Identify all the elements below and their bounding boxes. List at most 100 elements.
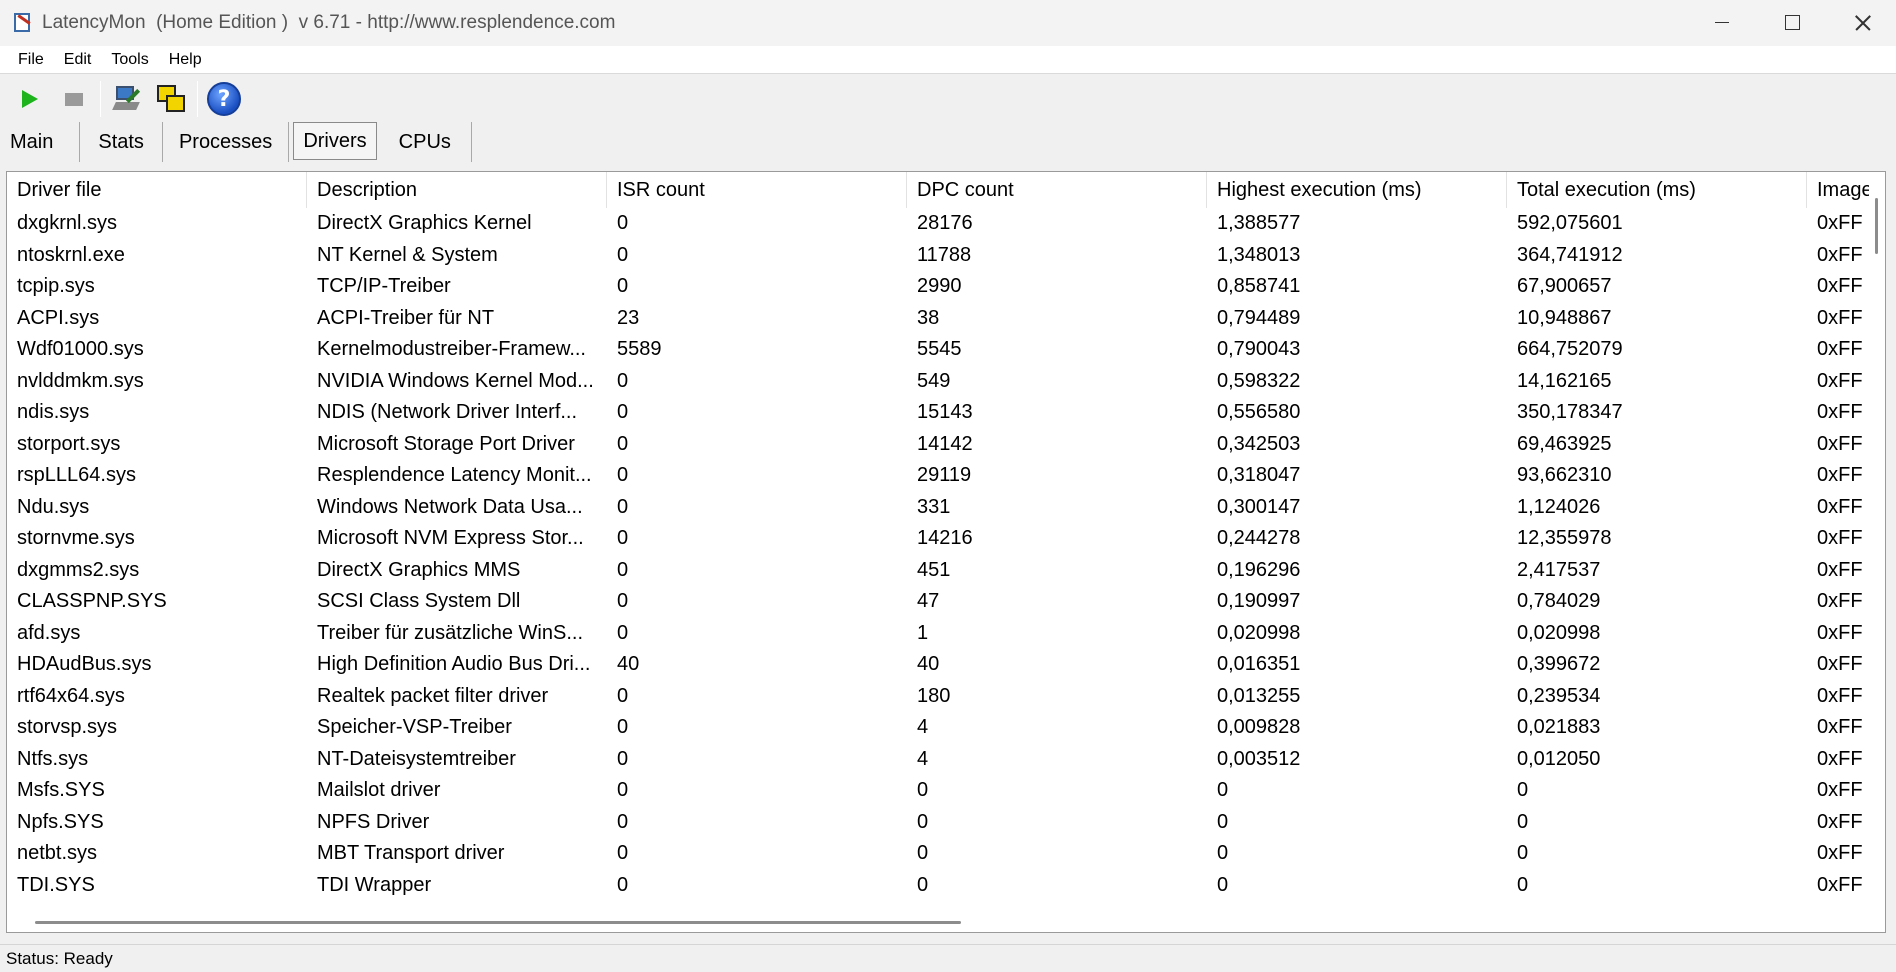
- tab-drivers[interactable]: Drivers: [293, 122, 377, 160]
- highest-execution-cell: 0,003512: [1217, 747, 1301, 770]
- driver-file-cell: rtf64x64.sys: [17, 684, 125, 707]
- isr-count-cell: 0: [617, 684, 629, 707]
- menu-tools[interactable]: Tools: [101, 51, 158, 69]
- table-row[interactable]: tcpip.sys TCP/IP-Treiber 0 2990 0,858741 67,9…: [7, 271, 1885, 303]
- horizontal-scrollbar[interactable]: [7, 912, 1885, 932]
- total-execution-cell: 364,741912: [1517, 243, 1623, 266]
- highest-execution-cell: 0: [1217, 779, 1229, 802]
- highest-execution-cell: 0,244278: [1217, 527, 1301, 550]
- close-button[interactable]: [1826, 0, 1896, 46]
- isr-count-cell: 0: [617, 810, 629, 833]
- total-execution-cell: 350,178347: [1517, 401, 1623, 424]
- tab-strip: Main Stats Processes Drivers CPUs: [0, 122, 1896, 162]
- column-header-total-execution[interactable]: Total execution (ms): [1507, 172, 1807, 208]
- menu-edit[interactable]: Edit: [54, 51, 102, 69]
- highest-execution-cell: 0,556580: [1217, 401, 1301, 424]
- isr-count-cell: 0: [617, 464, 629, 487]
- column-header-dpc-count[interactable]: DPC count: [907, 172, 1207, 208]
- highest-execution-cell: 0,196296: [1217, 558, 1301, 581]
- table-row[interactable]: ndis.sys NDIS (Network Driver Interf... 0 1…: [7, 397, 1885, 429]
- tab-processes[interactable]: Processes: [163, 122, 290, 162]
- driver-file-cell: CLASSPNP.SYS: [17, 590, 167, 613]
- window-controls: [1686, 0, 1896, 46]
- play-icon: [22, 90, 38, 108]
- driver-file-cell: ACPI.sys: [17, 306, 100, 329]
- isr-count-cell: 0: [617, 275, 629, 298]
- start-monitor-button[interactable]: [12, 80, 48, 118]
- isr-count-cell: 0: [617, 558, 629, 581]
- table-row[interactable]: ntoskrnl.exe NT Kernel & System 0 11788 1,34…: [7, 240, 1885, 272]
- driver-file-cell: afd.sys: [17, 621, 81, 644]
- column-header-description[interactable]: Description: [307, 172, 607, 208]
- description-cell: Resplendence Latency Monit...: [317, 464, 592, 487]
- column-header-driver-file[interactable]: Driver file: [7, 172, 307, 208]
- total-execution-cell: 93,662310: [1517, 464, 1612, 487]
- table-row[interactable]: Npfs.SYS NPFS Driver 0 0 0 0 0xFF: [7, 807, 1885, 839]
- table-row[interactable]: afd.sys Treiber für zusätzliche WinS... 0 1…: [7, 618, 1885, 650]
- table-row[interactable]: HDAudBus.sys High Definition Audio Bus Dr…: [7, 649, 1885, 681]
- minimize-button[interactable]: [1686, 0, 1756, 46]
- help-button[interactable]: ?: [206, 80, 242, 118]
- total-execution-cell: 0,784029: [1517, 590, 1601, 613]
- total-execution-cell: 0: [1517, 873, 1529, 896]
- table-row[interactable]: TDI.SYS TDI Wrapper 0 0 0 0 0xFF: [7, 870, 1885, 902]
- isr-count-cell: 0: [617, 747, 629, 770]
- table-row[interactable]: storvsp.sys Speicher-VSP-Treiber 0 4 0,00982…: [7, 712, 1885, 744]
- driver-file-cell: Wdf01000.sys: [17, 338, 144, 361]
- dpc-count-cell: 14216: [917, 527, 973, 550]
- highest-execution-cell: 0,016351: [1217, 653, 1301, 676]
- table-row[interactable]: rspLLL64.sys Resplendence Latency Monit..…: [7, 460, 1885, 492]
- table-row[interactable]: Ndu.sys Windows Network Data Usa... 0 331 0,…: [7, 492, 1885, 524]
- driver-file-cell: stornvme.sys: [17, 527, 135, 550]
- total-execution-cell: 0: [1517, 779, 1529, 802]
- table-row[interactable]: Ntfs.sys NT-Dateisystemtreiber 0 4 0,003512 0…: [7, 744, 1885, 776]
- table-row[interactable]: rtf64x64.sys Realtek packet filter driver…: [7, 681, 1885, 713]
- table-row[interactable]: dxgmms2.sys DirectX Graphics MMS 0 451 0,196…: [7, 555, 1885, 587]
- column-header-isr-count[interactable]: ISR count: [607, 172, 907, 208]
- highest-execution-cell: 0,794489: [1217, 306, 1301, 329]
- dpc-count-cell: 180: [917, 684, 951, 707]
- table-row[interactable]: CLASSPNP.SYS SCSI Class System Dll 0 47 0,19…: [7, 586, 1885, 618]
- isr-count-cell: 5589: [617, 338, 662, 361]
- maximize-button[interactable]: [1756, 0, 1826, 46]
- description-cell: SCSI Class System Dll: [317, 590, 521, 613]
- total-execution-cell: 69,463925: [1517, 432, 1612, 455]
- table-row[interactable]: netbt.sys MBT Transport driver 0 0 0 0 0xFF: [7, 838, 1885, 870]
- hardware-icon: [112, 84, 142, 114]
- windows-button[interactable]: [153, 80, 189, 118]
- column-header-highest-execution[interactable]: Highest execution (ms): [1207, 172, 1507, 208]
- driver-file-cell: rspLLL64.sys: [17, 464, 136, 487]
- total-execution-cell: 0: [1517, 842, 1529, 865]
- driver-file-cell: ndis.sys: [17, 401, 90, 424]
- dpc-count-cell: 5545: [917, 338, 962, 361]
- stop-monitor-button[interactable]: [56, 80, 92, 118]
- highest-execution-cell: 0,858741: [1217, 275, 1301, 298]
- table-row[interactable]: ACPI.sys ACPI-Treiber für NT 23 38 0,794489 1…: [7, 303, 1885, 335]
- table-row[interactable]: stornvme.sys Microsoft NVM Express Stor..…: [7, 523, 1885, 555]
- highest-execution-cell: 0,009828: [1217, 716, 1301, 739]
- menu-file[interactable]: File: [8, 51, 54, 69]
- isr-count-cell: 40: [617, 653, 640, 676]
- driver-file-cell: dxgmms2.sys: [17, 558, 140, 581]
- vertical-scroll-thumb[interactable]: [1875, 198, 1878, 254]
- table-row[interactable]: storport.sys Microsoft Storage Port Drive…: [7, 429, 1885, 461]
- horizontal-scroll-thumb[interactable]: [35, 921, 961, 924]
- tab-main[interactable]: Main: [0, 122, 81, 162]
- description-cell: ACPI-Treiber für NT: [317, 306, 495, 329]
- vertical-scrollbar[interactable]: [1869, 172, 1885, 914]
- description-cell: Treiber für zusätzliche WinS...: [317, 621, 584, 644]
- highest-execution-cell: 0: [1217, 810, 1229, 833]
- tab-stats[interactable]: Stats: [80, 122, 163, 162]
- highest-execution-cell: 0: [1217, 842, 1229, 865]
- highest-execution-cell: 1,348013: [1217, 243, 1301, 266]
- table-row[interactable]: Msfs.SYS Mailslot driver 0 0 0 0 0xFF: [7, 775, 1885, 807]
- tab-cpus[interactable]: CPUs: [379, 122, 472, 162]
- isr-count-cell: 0: [617, 873, 629, 896]
- driver-file-cell: dxgkrnl.sys: [17, 212, 118, 235]
- menu-help[interactable]: Help: [159, 51, 212, 69]
- hardware-info-button[interactable]: [109, 80, 145, 118]
- dpc-count-cell: 0: [917, 810, 929, 833]
- table-row[interactable]: Wdf01000.sys Kernelmodustreiber-Framew...…: [7, 334, 1885, 366]
- table-row[interactable]: nvlddmkm.sys NVIDIA Windows Kernel Mod...…: [7, 366, 1885, 398]
- table-row[interactable]: dxgkrnl.sys DirectX Graphics Kernel 0 28176…: [7, 208, 1885, 240]
